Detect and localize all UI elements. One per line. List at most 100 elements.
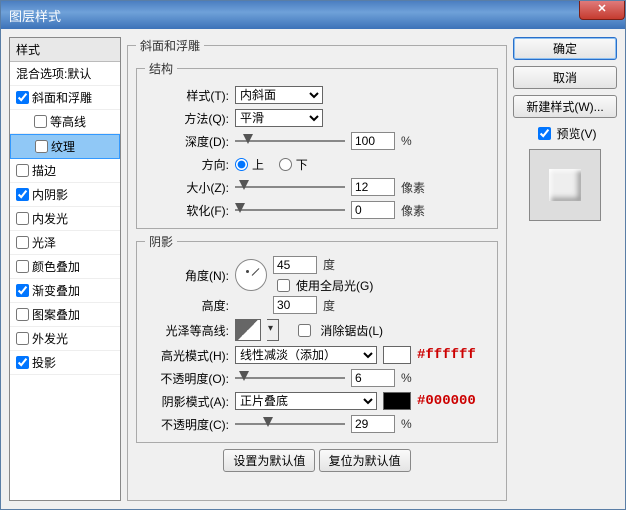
direction-label: 方向: [145, 156, 229, 173]
style-item[interactable]: 外发光 [10, 327, 120, 351]
style-item-checkbox[interactable] [34, 115, 47, 128]
shadow-mode-select[interactable]: 正片叠底 [235, 392, 377, 410]
blending-options-row[interactable]: 混合选项:默认 [10, 62, 120, 86]
direction-up-radio[interactable] [235, 158, 248, 171]
shading-legend: 阴影 [145, 233, 177, 250]
antialias-label: 消除锯齿(L) [320, 322, 383, 339]
style-item[interactable]: 等高线 [10, 110, 120, 134]
highlight-color-swatch[interactable] [383, 346, 411, 364]
direction-up-label: 上 [252, 156, 264, 173]
direction-down-radio[interactable] [279, 158, 292, 171]
shadow-color-swatch[interactable] [383, 392, 411, 410]
shading-group: 阴影 角度(N): 度 使用全局光(G) [136, 233, 498, 443]
direction-down-label: 下 [296, 156, 308, 173]
style-item[interactable]: 渐变叠加 [10, 279, 120, 303]
style-item-label: 颜色叠加 [32, 258, 80, 275]
shadow-mode-label: 阴影模式(A): [145, 393, 229, 410]
style-item-checkbox[interactable] [16, 164, 29, 177]
preview-label: 预览(V) [557, 125, 597, 142]
highlight-opacity-unit: % [401, 371, 412, 385]
style-item-checkbox[interactable] [16, 308, 29, 321]
depth-unit: % [401, 134, 412, 148]
make-default-button[interactable]: 设置为默认值 [223, 449, 315, 472]
angle-input[interactable] [273, 256, 317, 274]
style-item[interactable]: 投影 [10, 351, 120, 375]
size-input[interactable] [351, 178, 395, 196]
style-item-label: 描边 [32, 162, 56, 179]
close-button[interactable]: ✕ [579, 1, 625, 20]
style-item[interactable]: 光泽 [10, 231, 120, 255]
style-item-label: 投影 [32, 354, 56, 371]
altitude-label: 高度: [145, 297, 229, 314]
window-title: 图层样式 [9, 6, 61, 25]
blending-options-label: 混合选项:默认 [16, 65, 91, 82]
shadow-opacity-slider[interactable] [235, 416, 345, 432]
depth-label: 深度(D): [145, 133, 229, 150]
highlight-mode-select[interactable]: 线性减淡（添加） [235, 346, 377, 364]
style-item-checkbox[interactable] [16, 212, 29, 225]
style-item-checkbox[interactable] [16, 236, 29, 249]
style-item-label: 渐变叠加 [32, 282, 80, 299]
style-item-label: 斜面和浮雕 [32, 89, 92, 106]
global-light-label: 使用全局光(G) [296, 277, 373, 294]
size-label: 大小(Z): [145, 179, 229, 196]
style-item-label: 光泽 [32, 234, 56, 251]
shadow-opacity-unit: % [401, 417, 412, 431]
highlight-opacity-label: 不透明度(O): [145, 370, 229, 387]
style-item[interactable]: 斜面和浮雕 [10, 86, 120, 110]
style-item[interactable]: 纹理 [10, 134, 120, 159]
styles-header[interactable]: 样式 [10, 38, 120, 62]
altitude-input[interactable] [273, 296, 317, 314]
preview-checkbox[interactable] [538, 127, 551, 140]
style-item-checkbox[interactable] [35, 140, 48, 153]
angle-dial[interactable] [235, 259, 267, 291]
ok-button[interactable]: 确定 [513, 37, 617, 60]
shadow-opacity-input[interactable] [351, 415, 395, 433]
highlight-color-hex: #ffffff [417, 347, 476, 363]
soften-unit: 像素 [401, 202, 425, 219]
soften-input[interactable] [351, 201, 395, 219]
style-item[interactable]: 内发光 [10, 207, 120, 231]
style-item-checkbox[interactable] [16, 260, 29, 273]
highlight-opacity-slider[interactable] [235, 370, 345, 386]
angle-unit: 度 [323, 256, 335, 273]
style-item-checkbox[interactable] [16, 91, 29, 104]
reset-default-button[interactable]: 复位为默认值 [319, 449, 411, 472]
style-item-label: 内阴影 [32, 186, 68, 203]
style-item[interactable]: 描边 [10, 159, 120, 183]
gloss-contour-picker[interactable] [235, 319, 261, 341]
highlight-opacity-input[interactable] [351, 369, 395, 387]
styles-list: 样式 混合选项:默认 斜面和浮雕等高线纹理描边内阴影内发光光泽颜色叠加渐变叠加图… [9, 37, 121, 501]
style-item-checkbox[interactable] [16, 284, 29, 297]
bevel-panel: 斜面和浮雕 结构 样式(T): 内斜面 方法(Q): 平滑 深度(D): [127, 37, 507, 501]
style-label: 样式(T): [145, 87, 229, 104]
highlight-mode-label: 高光模式(H): [145, 347, 229, 364]
style-item-label: 图案叠加 [32, 306, 80, 323]
bevel-legend: 斜面和浮雕 [136, 37, 204, 54]
cancel-button[interactable]: 取消 [513, 66, 617, 89]
style-item[interactable]: 颜色叠加 [10, 255, 120, 279]
preview-thumbnail [529, 149, 601, 221]
new-style-button[interactable]: 新建样式(W)... [513, 95, 617, 118]
technique-select[interactable]: 平滑 [235, 109, 323, 127]
style-item[interactable]: 内阴影 [10, 183, 120, 207]
style-item[interactable]: 图案叠加 [10, 303, 120, 327]
depth-slider[interactable] [235, 133, 345, 149]
style-item-checkbox[interactable] [16, 332, 29, 345]
style-item-checkbox[interactable] [16, 188, 29, 201]
style-item-checkbox[interactable] [16, 356, 29, 369]
structure-group: 结构 样式(T): 内斜面 方法(Q): 平滑 深度(D): % [136, 60, 498, 229]
depth-input[interactable] [351, 132, 395, 150]
style-item-label: 纹理 [51, 138, 75, 155]
antialias-checkbox[interactable] [298, 324, 311, 337]
gloss-contour-dropdown[interactable] [267, 319, 279, 341]
gloss-contour-label: 光泽等高线: [145, 322, 229, 339]
angle-label: 角度(N): [145, 267, 229, 284]
style-item-label: 等高线 [50, 113, 86, 130]
global-light-checkbox[interactable] [277, 279, 290, 292]
soften-slider[interactable] [235, 202, 345, 218]
style-select[interactable]: 内斜面 [235, 86, 323, 104]
size-slider[interactable] [235, 179, 345, 195]
titlebar: 图层样式 ✕ [1, 1, 625, 29]
soften-label: 软化(F): [145, 202, 229, 219]
